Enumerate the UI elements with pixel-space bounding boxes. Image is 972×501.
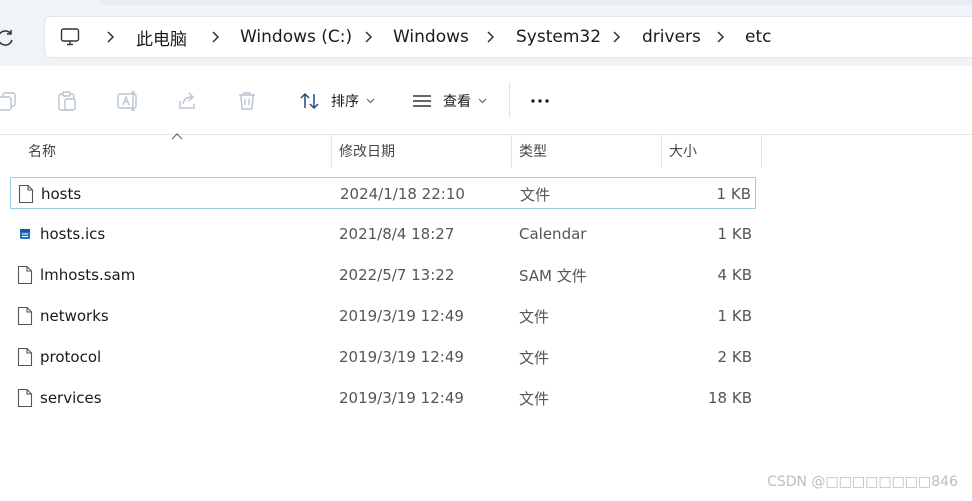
command-bar: 排序 查看 bbox=[0, 66, 972, 135]
paste-button[interactable] bbox=[56, 88, 78, 114]
file-icon bbox=[18, 184, 34, 204]
file-size: 1 KB bbox=[717, 225, 752, 243]
refresh-button[interactable] bbox=[0, 26, 18, 50]
column-divider[interactable] bbox=[661, 134, 662, 168]
file-icon bbox=[17, 265, 33, 285]
calendar-file-icon bbox=[20, 229, 30, 239]
file-icon bbox=[17, 347, 33, 367]
file-name: networks bbox=[40, 307, 109, 325]
more-icon bbox=[531, 99, 549, 103]
address-row: 此电脑 Windows (C:) Windows System32 driver… bbox=[0, 6, 972, 66]
chevron-right-icon[interactable] bbox=[485, 17, 495, 57]
column-divider[interactable] bbox=[511, 134, 512, 168]
file-modified: 2019/3/19 12:49 bbox=[339, 348, 464, 366]
sort-icon bbox=[300, 92, 319, 110]
file-row[interactable]: hosts 2024/1/18 22:10 文件 1 KB bbox=[10, 177, 756, 209]
file-row[interactable]: services 2019/3/19 12:49 文件 18 KB bbox=[10, 382, 756, 414]
file-name: hosts bbox=[41, 185, 82, 203]
column-divider[interactable] bbox=[761, 134, 762, 168]
column-header-name[interactable]: 名称 bbox=[28, 134, 56, 168]
rename-button[interactable] bbox=[116, 88, 140, 114]
delete-button[interactable] bbox=[236, 88, 258, 114]
file-type: 文件 bbox=[519, 348, 550, 367]
refresh-icon bbox=[0, 30, 13, 46]
sort-label: 排序 bbox=[331, 94, 359, 110]
breadcrumb-windows[interactable]: Windows bbox=[393, 17, 469, 57]
file-type: SAM 文件 bbox=[519, 266, 587, 285]
column-header-modified[interactable]: 修改日期 bbox=[339, 134, 395, 168]
file-name: protocol bbox=[40, 348, 102, 366]
chevron-down-icon bbox=[366, 98, 375, 104]
view-button[interactable]: 查看 bbox=[411, 88, 487, 114]
file-size: 2 KB bbox=[717, 348, 752, 366]
paste-icon bbox=[58, 91, 76, 111]
file-size: 4 KB bbox=[717, 266, 752, 284]
file-modified: 2024/1/18 22:10 bbox=[340, 185, 465, 203]
chevron-right-icon[interactable] bbox=[105, 17, 115, 57]
file-modified: 2022/5/7 13:22 bbox=[339, 266, 455, 284]
chevron-right-icon[interactable] bbox=[715, 17, 725, 57]
this-pc-icon[interactable] bbox=[59, 17, 81, 57]
file-size: 1 KB bbox=[717, 307, 752, 325]
file-type: Calendar bbox=[519, 225, 587, 243]
sort-ascending-icon bbox=[171, 133, 183, 140]
file-row[interactable]: protocol 2019/3/19 12:49 文件 2 KB bbox=[10, 341, 756, 373]
share-icon bbox=[179, 92, 195, 109]
breadcrumb-system32[interactable]: System32 bbox=[516, 17, 601, 57]
file-name: lmhosts.sam bbox=[40, 266, 136, 284]
file-name: services bbox=[40, 389, 102, 407]
file-modified: 2021/8/4 18:27 bbox=[339, 225, 455, 243]
view-label: 查看 bbox=[443, 94, 471, 110]
share-button[interactable] bbox=[176, 88, 198, 114]
chevron-right-icon[interactable] bbox=[363, 17, 373, 57]
column-header-size[interactable]: 大小 bbox=[669, 134, 697, 168]
file-type: 文件 bbox=[520, 185, 551, 204]
column-divider[interactable] bbox=[331, 134, 332, 168]
file-icon bbox=[17, 388, 33, 408]
file-type: 文件 bbox=[519, 307, 550, 326]
more-options-button[interactable] bbox=[529, 88, 551, 114]
file-row[interactable]: networks 2019/3/19 12:49 文件 1 KB bbox=[10, 300, 756, 332]
rename-icon bbox=[117, 91, 137, 111]
sort-button[interactable]: 排序 bbox=[299, 88, 375, 114]
chevron-down-icon bbox=[478, 98, 487, 104]
copy-button[interactable] bbox=[0, 88, 18, 114]
breadcrumb-drivers[interactable]: drivers bbox=[642, 17, 701, 57]
column-header-type[interactable]: 类型 bbox=[519, 134, 547, 168]
file-modified: 2019/3/19 12:49 bbox=[339, 389, 464, 407]
file-row[interactable]: lmhosts.sam 2022/5/7 13:22 SAM 文件 4 KB bbox=[10, 259, 756, 291]
toolbar-divider bbox=[509, 82, 510, 118]
breadcrumb-this-pc[interactable]: 此电脑 bbox=[136, 17, 187, 57]
file-modified: 2019/3/19 12:49 bbox=[339, 307, 464, 325]
file-type: 文件 bbox=[519, 389, 550, 408]
file-size: 1 KB bbox=[716, 185, 751, 203]
chevron-right-icon[interactable] bbox=[611, 17, 621, 57]
file-name: hosts.ics bbox=[40, 225, 106, 243]
chevron-right-icon[interactable] bbox=[210, 17, 220, 57]
breadcrumb-etc[interactable]: etc bbox=[745, 17, 771, 57]
view-list-icon bbox=[413, 95, 431, 107]
file-row[interactable]: hosts.ics 2021/8/4 18:27 Calendar 1 KB bbox=[10, 218, 756, 250]
copy-icon bbox=[0, 92, 16, 111]
file-size: 18 KB bbox=[708, 389, 752, 407]
breadcrumb[interactable]: 此电脑 Windows (C:) Windows System32 driver… bbox=[44, 16, 972, 58]
file-icon bbox=[17, 306, 33, 326]
delete-icon bbox=[239, 92, 255, 110]
tab-edge bbox=[100, 0, 972, 5]
file-explorer-window: 此电脑 Windows (C:) Windows System32 driver… bbox=[0, 0, 972, 501]
watermark: CSDN @□□□□□□□□846 bbox=[767, 474, 958, 490]
breadcrumb-windows-c[interactable]: Windows (C:) bbox=[240, 17, 352, 57]
